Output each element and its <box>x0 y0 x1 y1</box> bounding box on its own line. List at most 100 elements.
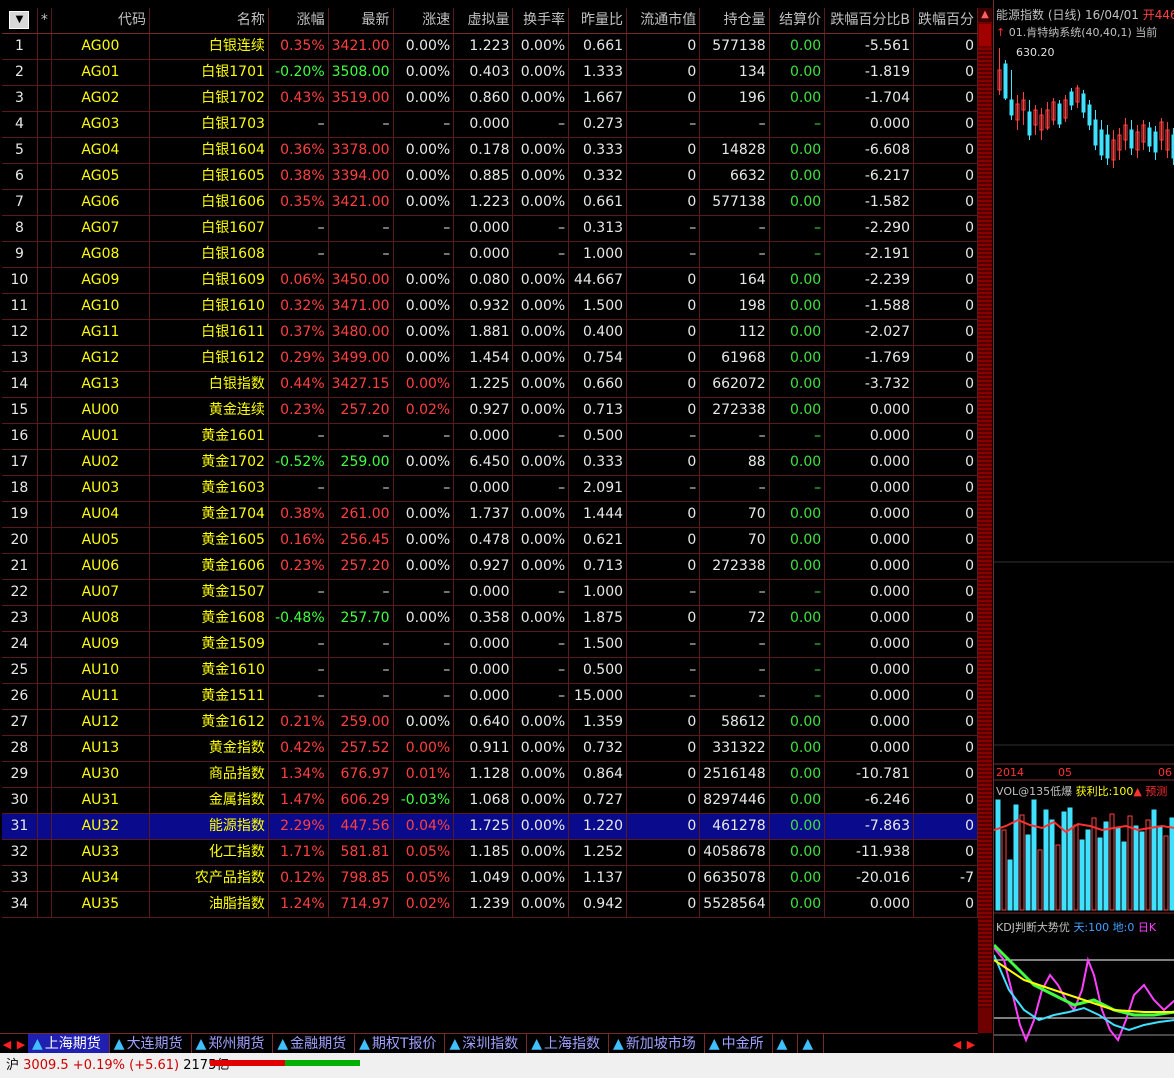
header-open-interest[interactable]: 持仓量 <box>699 8 770 34</box>
row-change-pct: 1.47% <box>268 787 329 814</box>
header-code[interactable]: 代码 <box>51 8 150 34</box>
row-change-pct: 0.29% <box>268 345 329 372</box>
table-row[interactable]: 7 AG06 白银1606 0.35% 3421.00 0.00% 1.223 0.00% 0.… <box>2 189 979 216</box>
header-drop-pct-b[interactable]: 跌幅百分比B <box>824 8 914 34</box>
header-speed[interactable]: 涨速 <box>393 8 455 34</box>
table-row[interactable]: 20 AU05 黄金1605 0.16% 256.45 0.00% 0.478 0.00% 0.… <box>2 527 979 554</box>
header-star[interactable]: * <box>37 8 52 34</box>
row-virtual-volume: 1.239 <box>453 891 514 918</box>
tab-market-0[interactable]: ▲ 上海期货 <box>28 1034 110 1054</box>
row-turnover: 0.00% <box>512 553 570 580</box>
tab-market-10[interactable]: ▲ <box>798 1034 825 1054</box>
header-turnover[interactable]: 换手率 <box>512 8 570 34</box>
scroll-up-icon[interactable]: ▲ <box>978 8 992 22</box>
table-row[interactable]: 21 AU06 黄金1606 0.23% 257.20 0.00% 0.927 0.00% 0.… <box>2 553 979 580</box>
row-code: AG08 <box>51 241 150 268</box>
header-market-value[interactable]: 流通市值 <box>626 8 701 34</box>
table-row[interactable]: 18 AU03 黄金1603– – –0.000–2.091– – –0.000 0 <box>2 475 979 502</box>
table-row[interactable]: 28 AU13 黄金指数 0.42% 257.52 0.00% 0.911 0.00% 0.73… <box>2 735 979 762</box>
header-drop-pct[interactable]: 跌幅百分 <box>913 8 979 34</box>
table-row[interactable]: 33 AU34 农产品指数 0.12% 798.85 0.05% 1.049 0.00% 1.1… <box>2 865 979 892</box>
row-change-pct: 0.36% <box>268 137 329 164</box>
table-row[interactable]: 25 AU10 黄金1610– – –0.000–0.500– – –0.000 0 <box>2 657 979 684</box>
table-row[interactable]: 13 AG12 白银1612 0.29% 3499.00 0.00% 1.454 0.00% 0… <box>2 345 979 372</box>
row-virtual-volume: 0.885 <box>453 163 514 190</box>
row-name: 农产品指数 <box>149 865 269 892</box>
row-speed: 0.00% <box>393 449 455 476</box>
table-row[interactable]: 22 AU07 黄金1507– – –0.000–1.000– – –0.000 0 <box>2 579 979 606</box>
tab-market-7[interactable]: ▲ 新加坡市场 <box>609 1034 705 1054</box>
row-speed: 0.00% <box>393 59 455 86</box>
row-name: 白银1702 <box>149 85 269 112</box>
table-row[interactable]: 26 AU11 黄金1511– – –0.000–15.000– – –0.000 0 <box>2 683 979 710</box>
row-code: AU10 <box>51 657 150 684</box>
table-row[interactable]: 15 AU00 黄金连续 0.23% 257.20 0.02% 0.927 0.00% 0.71… <box>2 397 979 424</box>
table-row[interactable]: 5 AG04 白银1604 0.36% 3378.00 0.00% 0.178 0.00% 0.… <box>2 137 979 164</box>
header-settlement[interactable]: 结算价 <box>769 8 826 34</box>
tab-market-4[interactable]: ▲ 期权T报价 <box>355 1034 446 1054</box>
table-row[interactable]: 10 AG09 白银1609 0.06% 3450.00 0.00% 0.080 0.00% 4… <box>2 267 979 294</box>
header-name[interactable]: 名称 <box>149 8 269 34</box>
scroll-track[interactable] <box>978 48 992 1008</box>
table-row[interactable]: 8 AG07 白银1607– – –0.000–0.313– – – -2.290 0 <box>2 215 979 242</box>
tab-market-6[interactable]: ▲ 上海指数 <box>527 1034 610 1054</box>
table-row[interactable]: 4 AG03 白银1703– – –0.000–0.273– – –0.000 0 <box>2 111 979 138</box>
header-volume-ratio[interactable]: 昨量比 <box>568 8 628 34</box>
row-virtual-volume: 0.080 <box>453 267 514 294</box>
tab-next-icon[interactable]: ▶ <box>964 1038 978 1051</box>
table-row[interactable]: 14 AG13 白银指数 0.44% 3427.15 0.00% 1.225 0.00% 0.6… <box>2 371 979 398</box>
table-row[interactable]: 6 AG05 白银1605 0.38% 3394.00 0.00% 0.885 0.00% 0.… <box>2 163 979 190</box>
tab-market-3[interactable]: ▲ 金融期货 <box>273 1034 356 1054</box>
table-row[interactable]: 3 AG02 白银1702 0.43% 3519.00 0.00% 0.860 0.00% 1.… <box>2 85 979 112</box>
header-virtual-volume[interactable]: 虚拟量 <box>453 8 514 34</box>
row-speed: – <box>393 423 455 450</box>
sort-down-icon[interactable]: ▼ <box>9 11 30 29</box>
table-row[interactable]: 27 AU12 黄金1612 0.21% 259.00 0.00% 0.640 0.00% 1.… <box>2 709 979 736</box>
tab-market-9[interactable]: ▲ <box>773 1034 799 1054</box>
row-turnover: 0.00% <box>512 163 570 190</box>
row-open-interest: 2516148 <box>699 761 770 788</box>
header-change-pct[interactable]: 涨幅 <box>268 8 329 34</box>
row-settlement: – <box>769 241 826 268</box>
table-row[interactable]: 34 AU35 油脂指数 1.24% 714.97 0.02% 1.239 0.00% 0.94… <box>2 891 979 918</box>
table-row[interactable]: 29 AU30 商品指数 1.34% 676.97 0.01% 1.128 0.00% 0.86… <box>2 761 979 788</box>
table-row[interactable]: 2 AG01 白银1701 -0.20% 3508.00 0.00% 0.403 0.00% 1… <box>2 59 979 86</box>
tab-scroll-left-icon[interactable]: ◀ <box>0 1038 14 1051</box>
tab-market-2[interactable]: ▲ 郑州期货 <box>192 1034 274 1054</box>
table-row[interactable]: 30 AU31 金属指数 1.47% 606.29 -0.03% 1.068 0.00% 0.7… <box>2 787 979 814</box>
row-open-interest: 4058678 <box>699 839 770 866</box>
vertical-scrollbar[interactable]: ▲ <box>978 8 992 1033</box>
tab-scroll-right-small-icon[interactable]: ▶ <box>14 1038 28 1051</box>
row-star <box>37 319 52 346</box>
table-row[interactable]: 32 AU33 化工指数 1.71% 581.81 0.05% 1.185 0.00% 1.25… <box>2 839 979 866</box>
table-row[interactable]: 1 AG00 白银连续 0.35% 3421.00 0.00% 1.223 0.00% 0.66… <box>2 33 979 60</box>
row-turnover: 0.00% <box>512 813 570 840</box>
table-row[interactable]: 23 AU08 黄金1608 -0.48% 257.70 0.00% 0.358 0.00% 1… <box>2 605 979 632</box>
row-market-value: – <box>626 579 701 606</box>
row-turnover: 0.00% <box>512 85 570 112</box>
kline-chart-panel[interactable]: 能源指数 (日线) 16/04/01 开446 ↑ 01.肯特纳系统(40,40… <box>993 0 1174 1053</box>
scroll-thumb[interactable] <box>979 24 991 46</box>
row-last-price: 3499.00 <box>328 345 394 372</box>
row-market-value: 0 <box>626 839 701 866</box>
row-turnover: 0.00% <box>512 371 570 398</box>
row-speed: 0.04% <box>393 813 455 840</box>
tab-market-5[interactable]: ▲ 深圳指数 <box>445 1034 528 1054</box>
row-change-pct: – <box>268 241 329 268</box>
table-row[interactable]: 19 AU04 黄金1704 0.38% 261.00 0.00% 1.737 0.00% 1.… <box>2 501 979 528</box>
table-row[interactable]: 11 AG10 白银1610 0.32% 3471.00 0.00% 0.932 0.00% 1… <box>2 293 979 320</box>
sort-column-header[interactable]: ▼ <box>2 8 38 34</box>
table-row[interactable]: 24 AU09 黄金1509– – –0.000–1.500– – –0.000 0 <box>2 631 979 658</box>
table-row[interactable]: 31 AU32 能源指数 2.29% 447.56 0.04% 1.725 0.00% 1.22… <box>2 813 979 840</box>
header-last[interactable]: 最新 <box>328 8 394 34</box>
tab-market-1[interactable]: ▲ 大连期货 <box>110 1034 192 1054</box>
row-name: 黄金1511 <box>149 683 269 710</box>
table-row[interactable]: 16 AU01 黄金1601– – –0.000–0.500– – –0.000 0 <box>2 423 979 450</box>
table-row[interactable]: 9 AG08 白银1608– – –0.000–1.000– – – -2.191 0 <box>2 241 979 268</box>
row-market-value: 0 <box>626 267 701 294</box>
table-row[interactable]: 12 AG11 白银1611 0.37% 3480.00 0.00% 1.881 0.00% 0… <box>2 319 979 346</box>
row-name: 黄金1606 <box>149 553 269 580</box>
tab-market-8[interactable]: ▲ 中金所 <box>705 1034 773 1054</box>
table-row[interactable]: 17 AU02 黄金1702 -0.52% 259.00 0.00% 6.450 0.00% 0… <box>2 449 979 476</box>
tab-prev-icon[interactable]: ◀ <box>950 1038 964 1051</box>
